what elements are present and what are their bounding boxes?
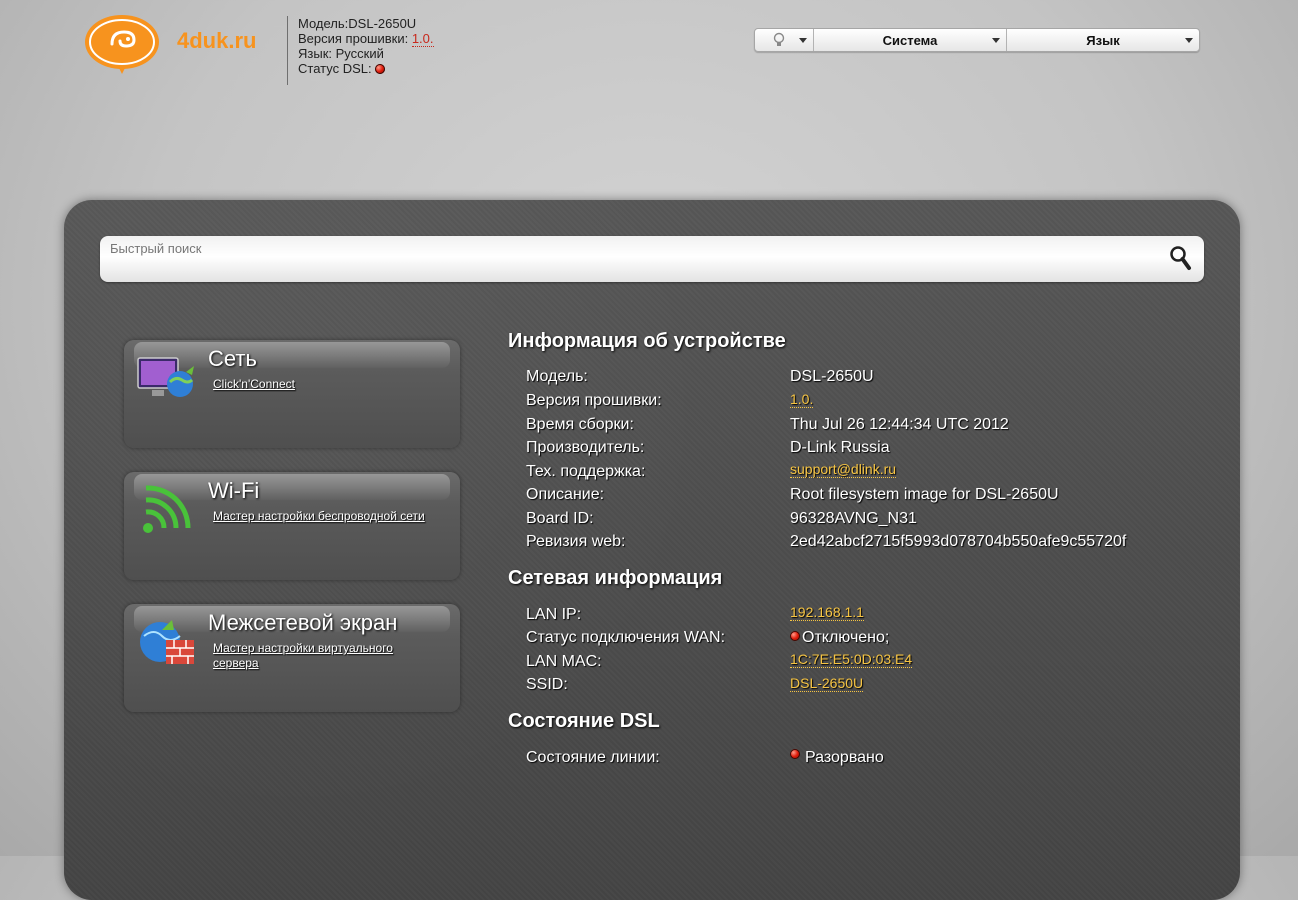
language-menu-label: Язык — [1086, 32, 1120, 48]
network-monitor-icon — [137, 357, 194, 397]
wifi-card-title: Wi-Fi — [208, 478, 260, 503]
firmware-summary: Версия прошивки: 1.0. — [298, 31, 434, 47]
lan-ip-label: LAN IP: — [526, 606, 582, 623]
build-time-label: Время сборки: — [526, 416, 634, 433]
support-email-link[interactable]: support@dlink.ru — [790, 461, 897, 478]
dsl-info-title: Состояние DSL — [508, 710, 660, 732]
line-status-label: Состояние линии: — [526, 749, 660, 766]
virtual-server-wizard-link[interactable]: Мастер настройки виртуального сервера — [213, 641, 433, 671]
firewall-card-title: Межсетевой экран — [208, 610, 398, 635]
line-status-text: Разорвано — [805, 749, 884, 766]
wan-status-label: Статус подключения WAN: — [526, 629, 726, 646]
tips-menu[interactable] — [755, 29, 814, 51]
language-summary: Язык: Русский — [298, 46, 384, 61]
search-input[interactable] — [108, 238, 1152, 258]
network-card: Сеть Click'n'Connect — [124, 340, 460, 448]
chevron-down-icon — [992, 38, 1000, 43]
chevron-down-icon — [799, 38, 807, 43]
model-label: Модель: — [526, 368, 588, 385]
description-label: Описание: — [526, 486, 605, 503]
line-status-value: Разорвано — [790, 749, 884, 767]
firewall-icon — [140, 620, 194, 664]
support-label: Тех. поддержка: — [526, 463, 646, 480]
firmware-summary-link[interactable]: 1.0. — [411, 31, 434, 47]
wifi-icon — [143, 485, 191, 533]
line-status-indicator-icon — [790, 749, 800, 759]
firmware-link[interactable]: 1.0. — [790, 391, 814, 408]
build-time-value: Thu Jul 26 12:44:34 UTC 2012 — [790, 416, 1009, 433]
ssid-label: SSID: — [526, 676, 568, 693]
lan-mac-label: LAN MAC: — [526, 653, 602, 670]
quick-search — [100, 236, 1204, 282]
description-value: Root filesystem image for DSL-2650U — [790, 486, 1059, 503]
wifi-card: Wi-Fi Мастер настройки беспроводной сети — [124, 472, 460, 580]
dsl-status-summary-label: Статус DSL: — [298, 61, 372, 76]
chevron-down-icon — [1185, 38, 1193, 43]
device-summary: Модель:DSL-2650U Версия прошивки: 1.0. Я… — [287, 16, 434, 85]
web-revision-label: Ревизия web: — [526, 533, 626, 550]
network-card-title: Сеть — [208, 346, 257, 371]
web-revision-value: 2ed42abcf2715f5993d078704b550afe9c55720f — [790, 533, 1127, 550]
lightbulb-icon — [773, 32, 785, 46]
firewall-card: Межсетевой экран Мастер настройки виртуа… — [124, 604, 460, 712]
ssid-link[interactable]: DSL-2650U — [790, 675, 864, 692]
wifi-wizard-link[interactable]: Мастер настройки беспроводной сети — [213, 509, 433, 524]
board-id-value: 96328AVNG_N31 — [790, 510, 917, 527]
wan-status-value: Отключено; — [790, 629, 889, 647]
dsl-status-summary: Статус DSL: — [298, 61, 434, 76]
wan-status-text: Отключено; — [802, 629, 890, 646]
firmware-summary-label: Версия прошивки: — [298, 31, 409, 46]
device-info-title: Информация об устройстве — [508, 330, 786, 352]
network-info-title: Сетевая информация — [508, 567, 723, 589]
firmware-label: Версия прошивки: — [526, 392, 662, 409]
lan-ip-link[interactable]: 192.168.1.1 — [790, 604, 864, 621]
logo-icon — [85, 15, 159, 74]
logo-text: 4duk.ru — [177, 28, 257, 53]
top-menu: Система Язык — [754, 28, 1200, 52]
language-menu[interactable]: Язык — [1007, 29, 1199, 51]
model-value: DSL-2650U — [790, 368, 874, 385]
model-summary: Модель:DSL-2650U — [298, 16, 417, 31]
system-menu-label: Система — [882, 32, 938, 48]
wan-status-indicator-icon — [790, 631, 800, 641]
lan-mac-link[interactable]: 1C:7E:E5:0D:03:E4 — [790, 651, 913, 668]
vendor-value: D-Link Russia — [790, 439, 890, 456]
clicknconnect-link[interactable]: Click'n'Connect — [213, 377, 433, 392]
dsl-status-indicator-icon — [375, 64, 386, 74]
vendor-label: Производитель: — [526, 439, 645, 456]
search-icon[interactable] — [1168, 244, 1194, 272]
system-menu[interactable]: Система — [814, 29, 1007, 51]
board-id-label: Board ID: — [526, 510, 594, 527]
